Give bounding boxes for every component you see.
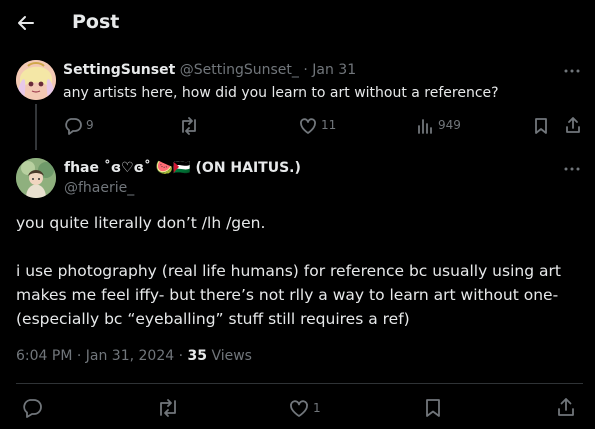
parent-date[interactable]: · Jan 31	[303, 62, 356, 78]
main-handle[interactable]: @fhaerie_	[64, 180, 134, 196]
parent-text: any artists here, how did you learn to a…	[63, 85, 499, 101]
parent-more-icon[interactable]	[563, 64, 581, 78]
main-retweet-icon[interactable]	[157, 398, 179, 418]
main-text-line-2: i use photography (real life humans) for…	[16, 262, 561, 280]
parent-views-count[interactable]: 949	[438, 118, 461, 132]
main-display-name[interactable]: fhae ˚ɞ♡ɞ˚ 🍉🇵🇸 (ON HAITUS.)	[64, 160, 301, 176]
main-text-line-4: (especially bc “eyeballing” stuff still …	[16, 310, 410, 328]
main-views-count: 35	[187, 348, 207, 364]
parent-reply-icon[interactable]	[64, 117, 82, 135]
main-more-icon[interactable]	[563, 162, 581, 176]
main-text-line-3: makes me feel iffy- but there’s not rlly…	[16, 286, 559, 304]
main-share-icon[interactable]	[556, 397, 576, 417]
divider	[16, 383, 583, 384]
main-text-line-1: you quite literally don’t /lh /gen.	[16, 214, 266, 232]
parent-avatar[interactable]	[16, 60, 56, 100]
parent-retweet-icon[interactable]	[179, 117, 199, 135]
parent-share-icon[interactable]	[564, 116, 582, 134]
parent-reply-count[interactable]: 9	[86, 118, 94, 132]
main-bookmark-icon[interactable]	[424, 398, 442, 418]
main-timestamp[interactable]: 6:04 PM · Jan 31, 2024 ·	[16, 348, 183, 364]
parent-bookmark-icon[interactable]	[533, 117, 549, 135]
thread-connector	[35, 104, 37, 150]
main-views-label: Views	[211, 348, 252, 364]
main-like-count[interactable]: 1	[313, 401, 321, 415]
main-avatar[interactable]	[16, 158, 56, 198]
main-reply-icon[interactable]	[22, 398, 42, 418]
page-title: Post	[72, 11, 120, 33]
parent-views-icon[interactable]	[416, 117, 434, 135]
parent-display-name[interactable]: SettingSunset	[63, 62, 175, 78]
parent-like-icon[interactable]	[299, 117, 317, 135]
parent-like-count[interactable]: 11	[321, 118, 336, 132]
back-arrow-icon[interactable]	[16, 13, 36, 33]
main-like-icon[interactable]	[289, 399, 309, 418]
parent-handle[interactable]: @SettingSunset_	[180, 62, 299, 78]
